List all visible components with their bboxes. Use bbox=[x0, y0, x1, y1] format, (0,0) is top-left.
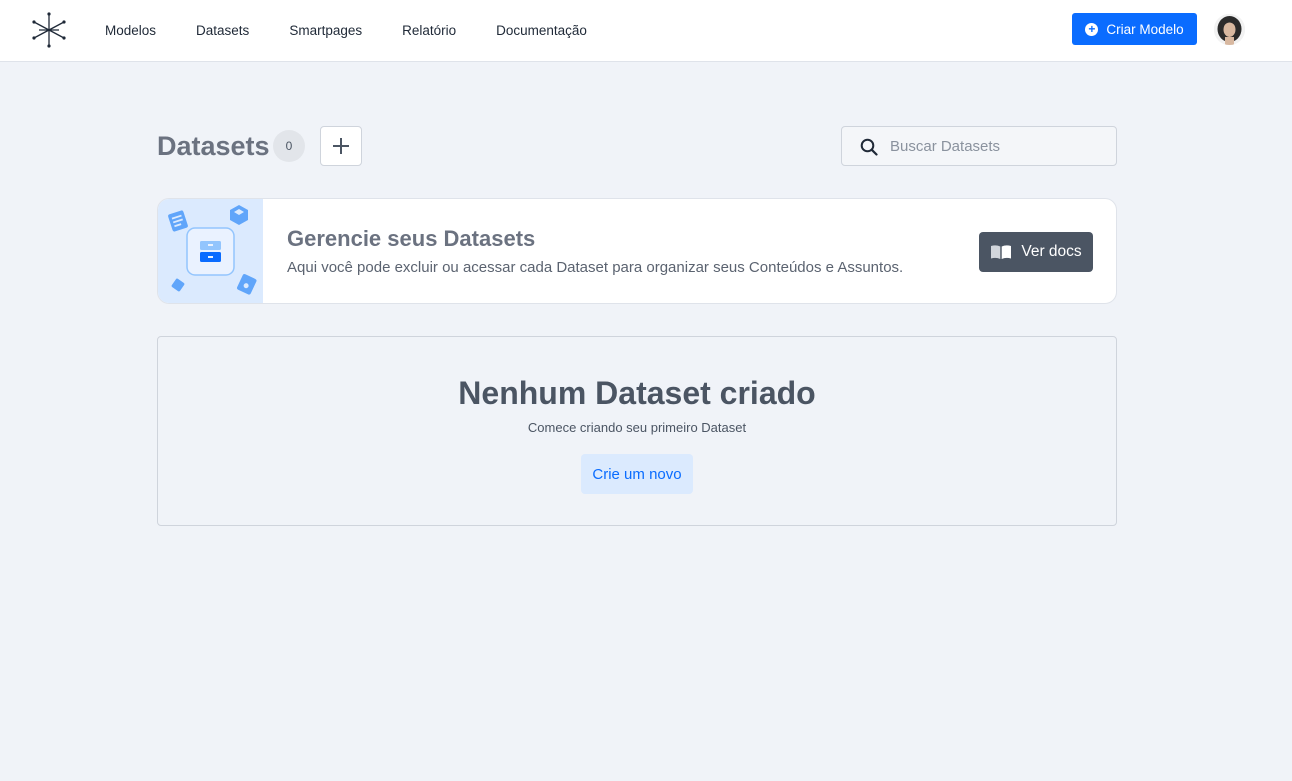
view-docs-label: Ver docs bbox=[1021, 243, 1082, 260]
nav-item-datasets[interactable]: Datasets bbox=[196, 23, 249, 38]
create-model-button[interactable]: + Criar Modelo bbox=[1072, 13, 1197, 45]
nav-item-relatorio[interactable]: Relatório bbox=[402, 23, 456, 38]
nav-item-modelos[interactable]: Modelos bbox=[105, 23, 156, 38]
book-icon bbox=[991, 245, 1012, 259]
avatar-image bbox=[1214, 14, 1245, 45]
empty-state-subtitle: Comece criando seu primeiro Dataset bbox=[527, 420, 747, 435]
create-new-button[interactable]: Crie um novo bbox=[581, 454, 693, 494]
info-title: Gerencie seus Datasets bbox=[287, 226, 536, 251]
search-icon bbox=[860, 138, 878, 156]
dataset-illustration bbox=[158, 199, 263, 303]
info-card: Gerencie seus Datasets Aqui você pode ex… bbox=[157, 198, 1117, 304]
logo-icon[interactable] bbox=[31, 12, 67, 48]
dataset-count-badge: 0 bbox=[273, 130, 305, 162]
search-box bbox=[841, 126, 1117, 166]
view-docs-button[interactable]: Ver docs bbox=[979, 232, 1093, 272]
main-nav: Modelos Datasets Smartpages Relatório Do… bbox=[105, 0, 627, 60]
empty-state: Nenhum Dataset criado Comece criando seu… bbox=[157, 336, 1117, 526]
search-input[interactable] bbox=[890, 127, 1110, 165]
empty-state-title: Nenhum Dataset criado bbox=[458, 375, 816, 411]
create-model-label: Criar Modelo bbox=[1106, 21, 1184, 37]
nav-item-smartpages[interactable]: Smartpages bbox=[289, 23, 362, 38]
avatar[interactable] bbox=[1214, 14, 1245, 45]
plus-circle-icon: + bbox=[1085, 22, 1099, 36]
info-description: Aqui você pode excluir ou acessar cada D… bbox=[287, 259, 904, 276]
nav-item-documentacao[interactable]: Documentação bbox=[496, 23, 587, 38]
page-title: Datasets bbox=[157, 131, 270, 161]
add-dataset-button[interactable] bbox=[320, 126, 362, 166]
plus-icon bbox=[333, 138, 349, 154]
top-navbar: Modelos Datasets Smartpages Relatório Do… bbox=[0, 0, 1292, 62]
